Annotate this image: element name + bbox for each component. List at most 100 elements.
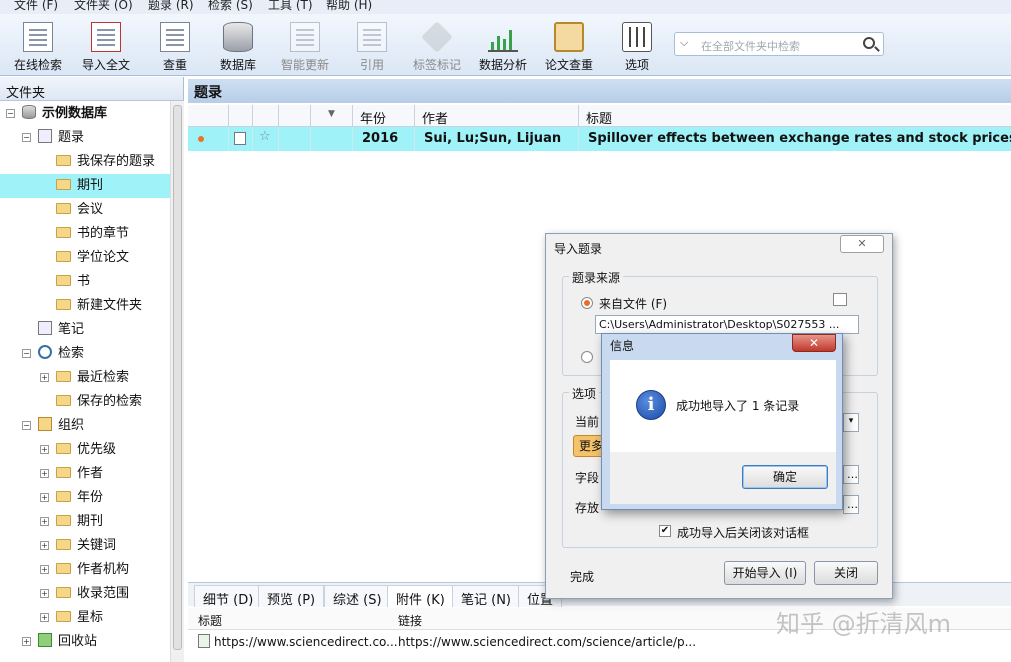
expand-toggle-icon[interactable]: + — [40, 469, 49, 478]
column-year[interactable]: 年份 — [360, 108, 386, 127]
expand-toggle-icon[interactable]: + — [40, 589, 49, 598]
attachment-link[interactable]: https://www.sciencedirect.com/science/ar… — [398, 635, 696, 649]
sidebar-item-6[interactable]: 学位论文 — [0, 246, 170, 270]
ok-button[interactable]: 确定 — [742, 465, 828, 489]
dedupe-button[interactable]: 查重 — [160, 22, 190, 73]
expand-toggle-icon[interactable]: + — [40, 565, 49, 574]
sidebar-item-21[interactable]: + 星标 — [0, 606, 170, 630]
close-after-import-checkbox[interactable]: ✔ — [659, 525, 671, 537]
tag-button[interactable]: 标签标记 — [413, 21, 461, 73]
smart-update-button[interactable]: 智能更新 — [281, 22, 329, 73]
folder-icon — [56, 155, 71, 166]
sidebar-item-18[interactable]: + 关键词 — [0, 534, 170, 558]
menu-file[interactable]: 文件 (F) — [14, 0, 58, 13]
expand-toggle-icon[interactable]: + — [40, 541, 49, 550]
tab-notes[interactable]: 笔记 (N) — [452, 585, 521, 608]
table-row[interactable]: ☆ 2016 Sui, Lu;Sun, Lijuan Spillover eff… — [188, 127, 1011, 151]
column-title[interactable]: 标题 — [586, 108, 612, 127]
toolbar: 在线检索 导入全文 查重 数据库 智能更新 引用 标签标记 数据分析 论文查重 … — [0, 14, 1011, 76]
file-browse-icon[interactable] — [833, 293, 847, 306]
menu-reference[interactable]: 题录 (R) — [148, 0, 194, 13]
tab-preview[interactable]: 预览 (P) — [258, 585, 325, 608]
search-icon[interactable] — [863, 37, 875, 49]
sidebar-item-8[interactable]: 新建文件夹 — [0, 294, 170, 318]
unread-dot-icon — [198, 136, 204, 142]
expand-toggle-icon[interactable]: + — [40, 493, 49, 502]
sidebar-item-4[interactable]: 会议 — [0, 198, 170, 222]
sidebar-item-label: 作者机构 — [77, 562, 130, 577]
expand-toggle-icon[interactable]: − — [22, 349, 31, 358]
sidebar-item-17[interactable]: + 期刊 — [0, 510, 170, 534]
expand-toggle-icon[interactable]: + — [40, 613, 49, 622]
attachment-col-title[interactable]: 标题 — [198, 612, 222, 629]
info-body: i 成功地导入了 1 条记录 — [610, 360, 836, 452]
organize-icon — [38, 417, 52, 431]
from-file-radio[interactable] — [581, 297, 593, 309]
sidebar-item-label: 书的章节 — [77, 226, 130, 241]
field-browse-button[interactable]: … — [843, 465, 859, 484]
info-message: 成功地导入了 1 条记录 — [676, 399, 800, 413]
close-button[interactable]: 关闭 — [814, 561, 878, 585]
expand-toggle-icon[interactable]: − — [6, 109, 15, 118]
sidebar-item-12[interactable]: 保存的检索 — [0, 390, 170, 414]
sidebar-item-19[interactable]: + 作者机构 — [0, 558, 170, 582]
expand-toggle-icon[interactable]: + — [22, 637, 31, 646]
sidebar-item-20[interactable]: + 收录范围 — [0, 582, 170, 606]
expand-toggle-icon[interactable]: − — [22, 421, 31, 430]
sidebar-item-label: 优先级 — [77, 442, 117, 457]
online-search-icon — [23, 22, 53, 52]
tab-details[interactable]: 细节 (D) — [194, 585, 263, 608]
expand-toggle-icon[interactable]: + — [40, 445, 49, 454]
sidebar-item-1[interactable]: − 题录 — [0, 126, 170, 150]
expand-toggle-icon[interactable]: + — [40, 373, 49, 382]
store-browse-button[interactable]: … — [843, 495, 859, 514]
start-import-button[interactable]: 开始导入 (I) — [724, 561, 806, 585]
menu-folder[interactable]: 文件夹 (O) — [74, 0, 133, 13]
from-file-label: 来自文件 (F) — [599, 297, 668, 311]
sidebar-scrollbar[interactable] — [170, 101, 184, 662]
search-scope-chevron-icon[interactable]: ⌵ — [680, 36, 688, 50]
sidebar-item-10[interactable]: − 检索 — [0, 342, 170, 366]
close-icon[interactable]: ✕ — [840, 235, 884, 253]
search-box[interactable]: ⌵ 在全部文件夹中检索 — [674, 32, 884, 56]
other-source-radio[interactable] — [581, 351, 593, 363]
sidebar-item-0[interactable]: − 示例数据库 — [0, 102, 170, 126]
sidebar-item-7[interactable]: 书 — [0, 270, 170, 294]
close-icon[interactable]: ✕ — [792, 334, 836, 352]
data-analysis-button[interactable]: 数据分析 — [479, 22, 527, 73]
chevron-down-icon[interactable]: ▾ — [843, 413, 859, 432]
sidebar-item-22[interactable]: + 回收站 — [0, 630, 170, 654]
column-author[interactable]: 作者 — [422, 108, 448, 127]
plagiarism-check-button[interactable]: 论文查重 — [545, 22, 593, 73]
attachment-col-link[interactable]: 链接 — [398, 612, 422, 629]
menu-search[interactable]: 检索 (S) — [208, 0, 253, 13]
tab-summary[interactable]: 综述 (S) — [324, 585, 391, 608]
star-icon[interactable]: ☆ — [259, 129, 271, 144]
cite-button[interactable]: 引用 — [357, 22, 387, 73]
database-button[interactable]: 数据库 — [220, 22, 256, 73]
scrollbar-thumb[interactable] — [173, 105, 182, 650]
folder-icon — [56, 491, 71, 502]
tag-icon — [421, 21, 453, 53]
expand-toggle-icon[interactable]: − — [22, 133, 31, 142]
file-path-field[interactable]: C:\Users\Administrator\Desktop\S027553 .… — [595, 315, 859, 334]
tab-attachments[interactable]: 附件 (K) — [387, 585, 454, 608]
sidebar-item-16[interactable]: + 年份 — [0, 486, 170, 510]
sidebar-item-11[interactable]: + 最近检索 — [0, 366, 170, 390]
sidebar-item-13[interactable]: − 组织 — [0, 414, 170, 438]
sidebar-item-5[interactable]: 书的章节 — [0, 222, 170, 246]
sort-arrow-icon[interactable]: ▼ — [328, 109, 335, 119]
sidebar-item-label: 组织 — [58, 418, 85, 433]
sidebar-item-3[interactable]: 期刊 — [0, 174, 170, 198]
expand-toggle-icon[interactable]: + — [40, 517, 49, 526]
menu-tools[interactable]: 工具 (T) — [268, 0, 313, 13]
sidebar-item-9[interactable]: 笔记 — [0, 318, 170, 342]
menu-help[interactable]: 帮助 (H) — [326, 0, 372, 13]
online-search-button[interactable]: 在线检索 — [14, 22, 62, 73]
sidebar-item-14[interactable]: + 优先级 — [0, 438, 170, 462]
folder-icon — [56, 563, 71, 574]
sidebar-item-2[interactable]: 我保存的题录 — [0, 150, 170, 174]
options-button[interactable]: 选项 — [622, 22, 652, 73]
sidebar-item-15[interactable]: + 作者 — [0, 462, 170, 486]
import-fulltext-button[interactable]: 导入全文 — [82, 22, 130, 73]
